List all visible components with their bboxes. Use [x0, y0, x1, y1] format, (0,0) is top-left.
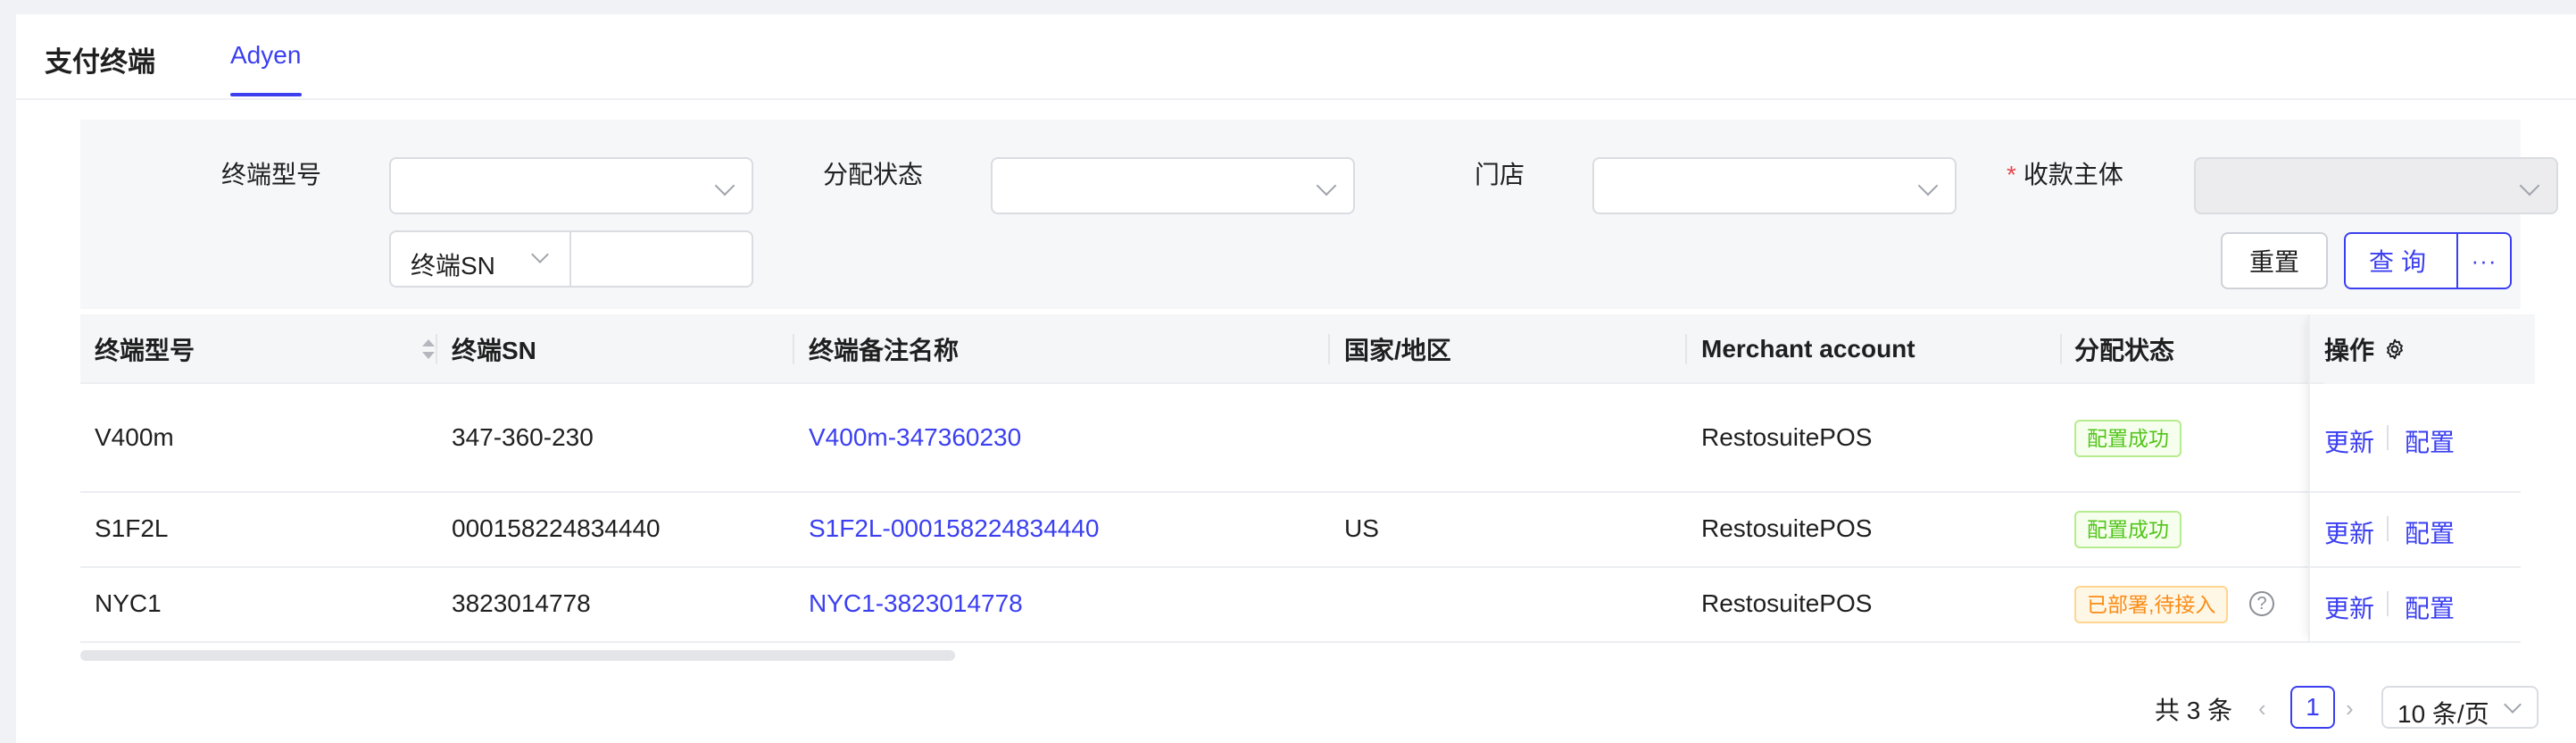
- table-row: V400m 347-360-230 V400m-347360230 Restos…: [80, 384, 2521, 493]
- cell-merchant: RestosuitePOS: [1701, 589, 1873, 617]
- chevron-down-icon: [1316, 175, 1337, 196]
- sn-type-select[interactable]: 终端SN: [411, 246, 495, 282]
- payee-label-text: 收款主体: [2023, 161, 2123, 188]
- sn-search-input[interactable]: [571, 232, 752, 286]
- reset-button[interactable]: 重置: [2221, 232, 2328, 289]
- pagination-prev-button[interactable]: ‹: [2258, 695, 2266, 722]
- store-select[interactable]: [1592, 157, 1957, 214]
- sort-icon[interactable]: [420, 334, 437, 364]
- gear-icon[interactable]: [2383, 338, 2406, 361]
- status-badge: 配置成功: [2074, 511, 2181, 548]
- cell-sn: 000158224834440: [452, 514, 661, 542]
- chevron-down-icon: [2519, 175, 2540, 196]
- pagination-page-button[interactable]: 1: [2290, 686, 2335, 729]
- store-label: 门店: [1475, 161, 1525, 188]
- update-link[interactable]: 更新: [2324, 514, 2374, 550]
- chevron-down-icon: [1917, 175, 1939, 196]
- column-divider: [1328, 334, 1330, 364]
- config-link[interactable]: 配置: [2405, 423, 2455, 459]
- assign-status-select[interactable]: [991, 157, 1355, 214]
- status-badge: 已部署,待接入: [2074, 586, 2229, 623]
- page-size-value: 10 条/页: [2397, 700, 2489, 728]
- tabs-header: 支付终端 Adyen: [16, 14, 2576, 100]
- payee-label: * 收款主体: [2007, 155, 2123, 191]
- tab-adyen[interactable]: Adyen: [230, 41, 301, 70]
- column-divider: [793, 334, 794, 364]
- col-header-country: 国家/地区: [1344, 337, 1451, 364]
- query-button[interactable]: 查询: [2344, 232, 2458, 289]
- chevron-down-icon: [531, 246, 549, 263]
- col-header-sn: 终端SN: [452, 337, 536, 364]
- cell-model: NYC1: [95, 589, 162, 617]
- column-divider: [1685, 334, 1687, 364]
- op-divider: [2387, 591, 2389, 616]
- operations-column: 操作 更新 配置 更新 配置 更新 配置: [2308, 314, 2535, 643]
- cell-country: US: [1344, 514, 1379, 542]
- table-row: NYC1 3823014778 NYC1-3823014778 Restosui…: [80, 568, 2521, 643]
- terminal-model-label: 终端型号: [221, 161, 322, 188]
- page-title: 支付终端: [45, 46, 155, 78]
- column-divider: [436, 334, 437, 364]
- cell-sn: 3823014778: [452, 589, 591, 617]
- tab-active-indicator: [230, 93, 302, 96]
- cell-name-link[interactable]: S1F2L-000158224834440: [809, 514, 1099, 543]
- col-header-ops: 操作: [2324, 314, 2535, 384]
- chevron-down-icon: [2504, 696, 2522, 714]
- cell-name-link[interactable]: NYC1-3823014778: [809, 589, 1023, 618]
- table-row: S1F2L 000158224834440 S1F2L-000158224834…: [80, 493, 2521, 568]
- cell-merchant: RestosuitePOS: [1701, 514, 1873, 542]
- cell-name-link[interactable]: V400m-347360230: [809, 423, 1021, 452]
- column-divider: [2060, 334, 2062, 364]
- help-icon[interactable]: ?: [2249, 591, 2274, 616]
- chevron-down-icon: [714, 175, 735, 196]
- update-link[interactable]: 更新: [2324, 589, 2374, 625]
- pagination-next-button[interactable]: ›: [2346, 695, 2354, 722]
- op-divider: [2387, 516, 2389, 541]
- cell-model: S1F2L: [95, 514, 169, 542]
- col-header-ops-label: 操作: [2324, 337, 2375, 364]
- cell-model: V400m: [95, 423, 174, 451]
- op-divider: [2387, 425, 2389, 450]
- payee-select[interactable]: [2194, 157, 2558, 214]
- assign-status-label: 分配状态: [823, 161, 924, 188]
- update-link[interactable]: 更新: [2324, 423, 2374, 459]
- cell-sn: 347-360-230: [452, 423, 594, 451]
- col-header-name: 终端备注名称: [809, 337, 960, 364]
- col-header-model: 终端型号: [95, 337, 195, 364]
- more-options-button[interactable]: ···: [2456, 232, 2512, 289]
- config-link[interactable]: 配置: [2405, 589, 2455, 625]
- filter-panel: 终端型号 分配状态 门店 * 收款主体 终端SN 重置 查询 ···: [80, 120, 2558, 309]
- page-size-select[interactable]: 10 条/页: [2381, 686, 2539, 729]
- col-header-merchant: Merchant account: [1701, 335, 1915, 363]
- terminal-model-select[interactable]: [389, 157, 753, 214]
- terminal-table: 终端型号 终端SN 终端备注名称 国家/地区 Merchant account …: [80, 314, 2535, 661]
- horizontal-scrollbar[interactable]: [80, 650, 955, 661]
- status-badge: 配置成功: [2074, 420, 2181, 457]
- sn-search-group: 终端SN: [389, 230, 753, 288]
- pagination-total: 共 3 条: [2155, 697, 2233, 724]
- page-container: 支付终端 Adyen 终端型号 分配状态 门店 * 收款主体 终端SN 重置 查…: [16, 14, 2576, 743]
- col-header-status: 分配状态: [2074, 337, 2175, 364]
- cell-merchant: RestosuitePOS: [1701, 423, 1873, 451]
- required-mark: *: [2007, 161, 2016, 188]
- table-header: 终端型号 终端SN 终端备注名称 国家/地区 Merchant account …: [80, 314, 2521, 384]
- config-link[interactable]: 配置: [2405, 514, 2455, 550]
